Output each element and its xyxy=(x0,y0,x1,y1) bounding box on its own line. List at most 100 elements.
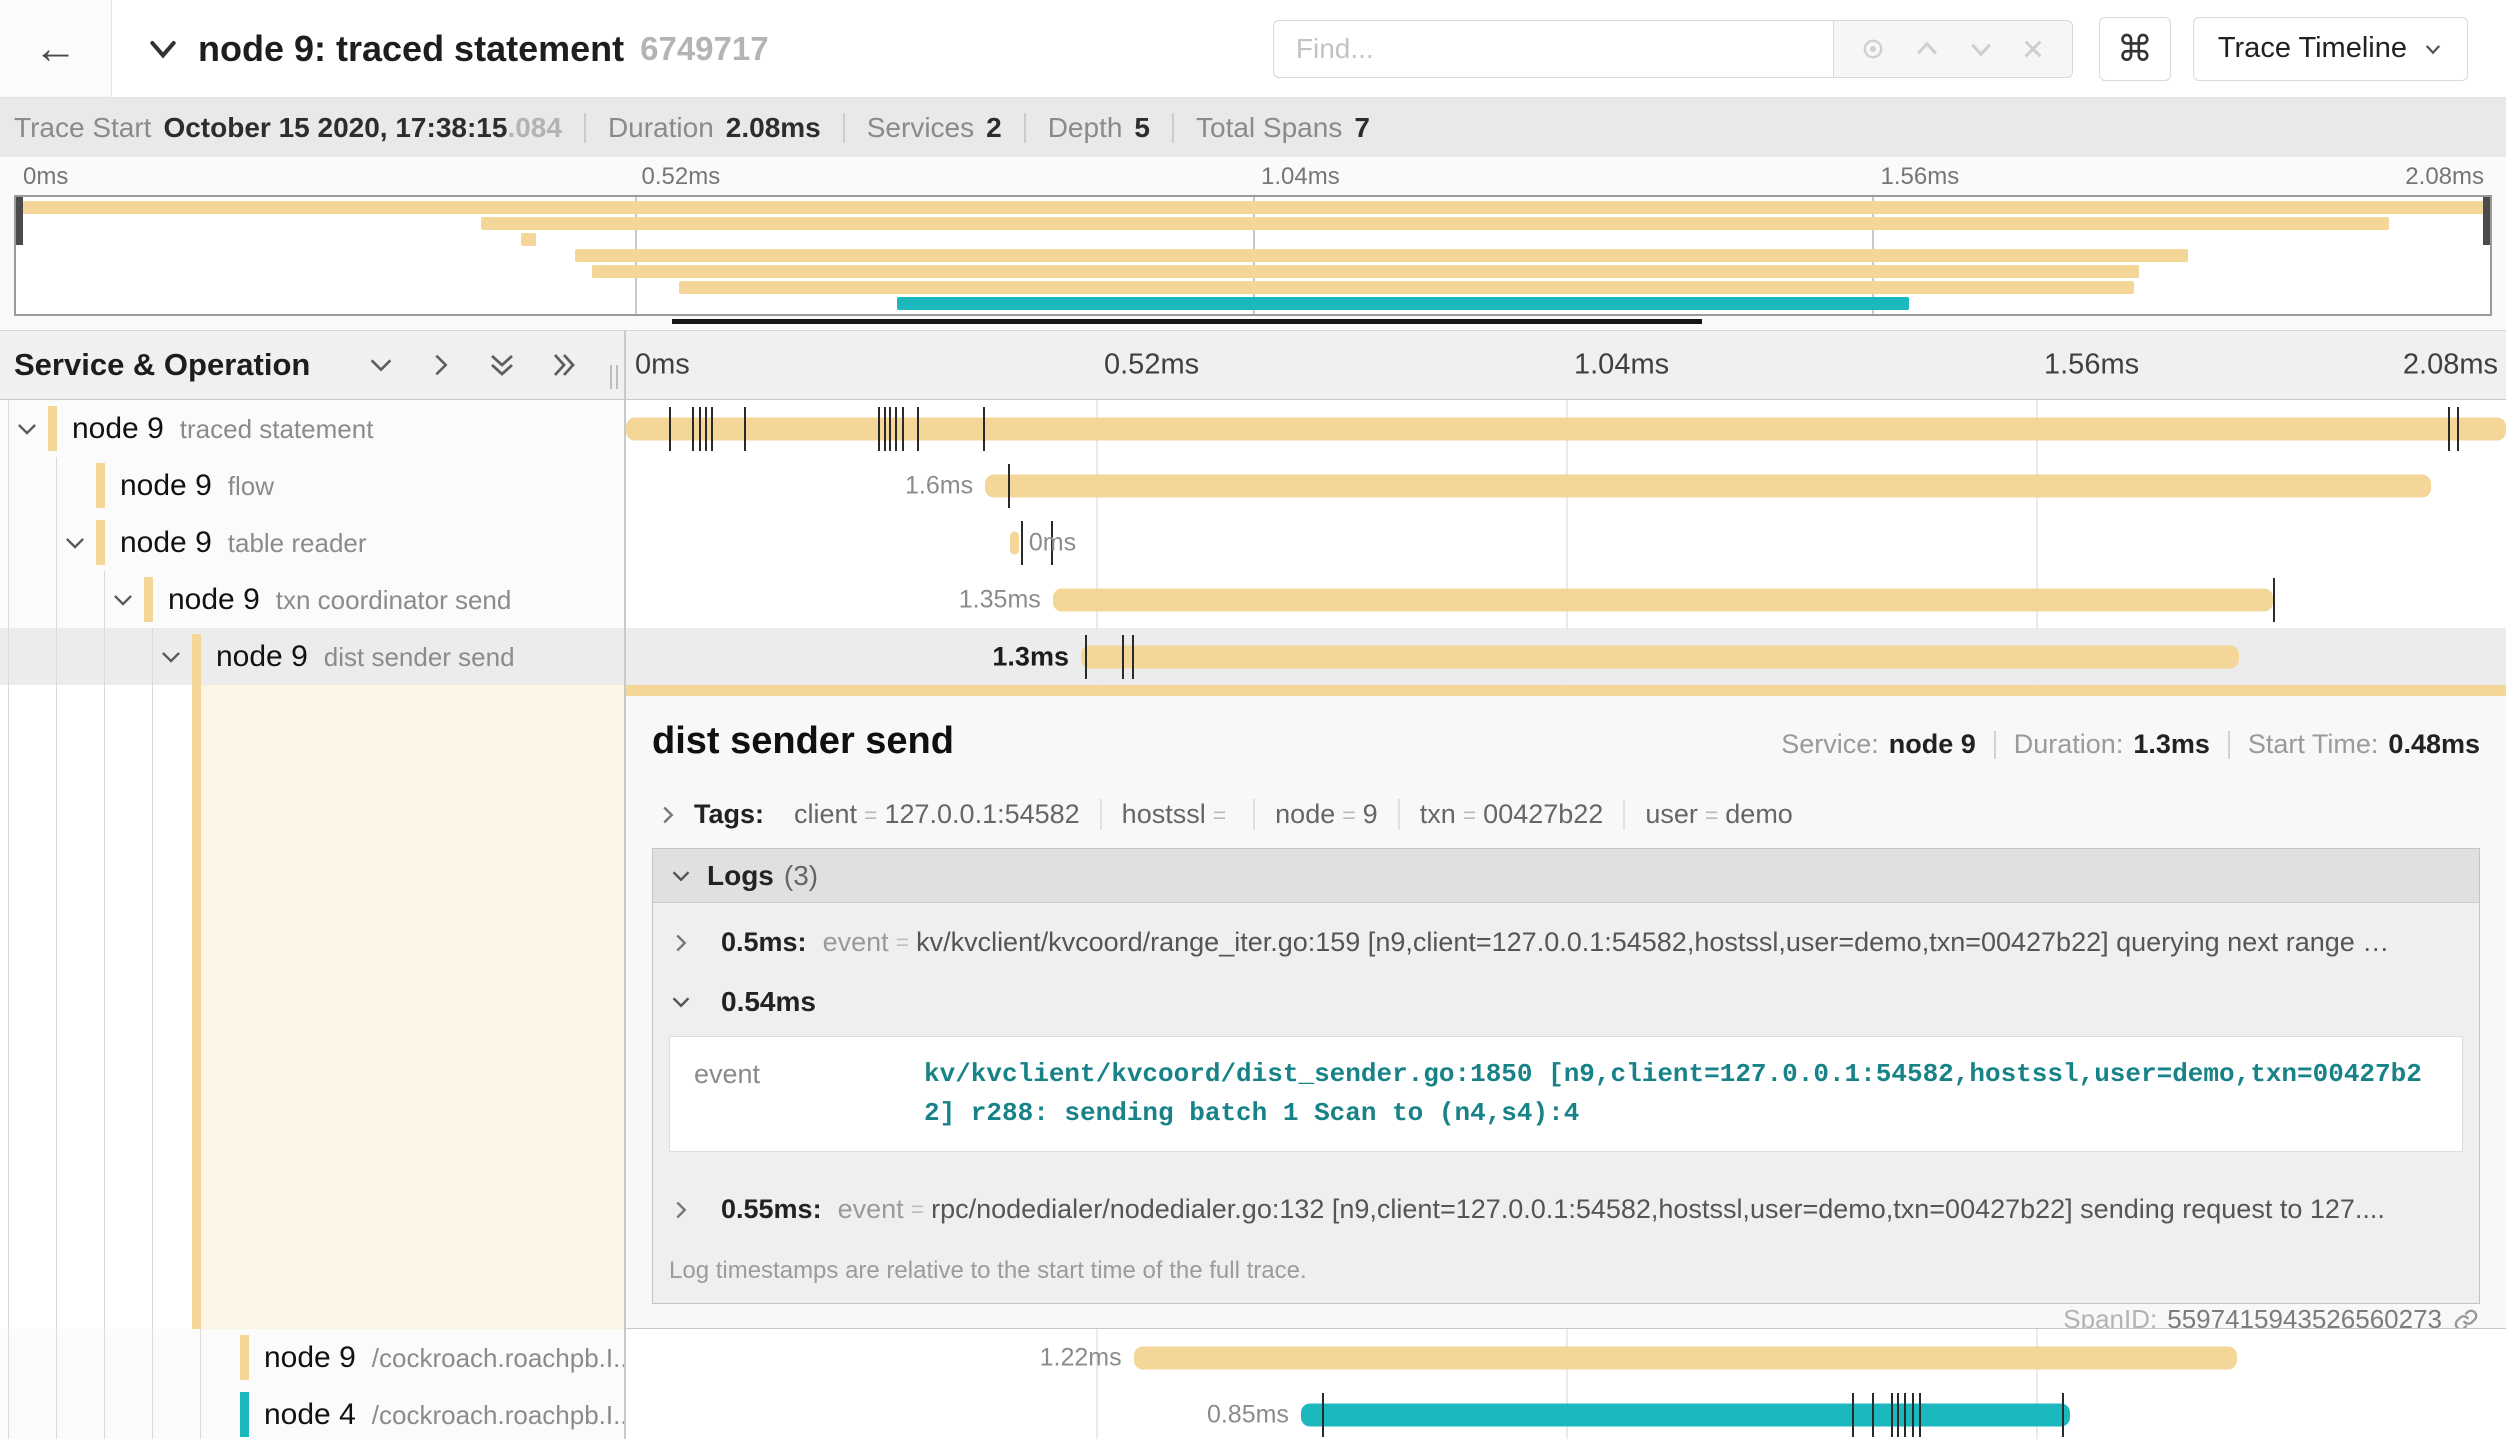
tag-pill: hostssl= xyxy=(1102,799,1255,830)
log-entry-collapsed[interactable]: 0.55ms:event=rpc/nodedialer/nodedialer.g… xyxy=(653,1170,2479,1247)
keyboard-shortcuts-button[interactable]: ⌘ xyxy=(2099,17,2171,81)
trace-view-select[interactable]: Trace Timeline xyxy=(2193,17,2468,81)
span-toggle-chevron-down-icon[interactable] xyxy=(110,587,136,613)
span-duration-bar[interactable] xyxy=(1081,645,2239,668)
logs-count: (3) xyxy=(784,860,818,892)
minimap-drag-handle-right[interactable] xyxy=(2483,197,2490,245)
clear-search-icon[interactable] xyxy=(2020,36,2046,62)
span-row-timeline-cell[interactable] xyxy=(626,400,2506,457)
log-event-tick xyxy=(983,407,985,451)
summary-value: 5 xyxy=(1134,112,1150,144)
expand-one-chevron-right-icon[interactable] xyxy=(426,350,456,380)
collapse-all-double-chevron-down-icon[interactable] xyxy=(486,349,518,381)
separator xyxy=(843,113,845,143)
minimap-row xyxy=(16,217,2490,230)
indent-guide xyxy=(104,628,105,685)
span-row-name-cell[interactable]: node 9/cockroach.roachpb.I... xyxy=(0,1329,626,1386)
logs-chevron-down-icon xyxy=(669,864,693,888)
minimap-row xyxy=(16,297,2490,310)
minimap-row xyxy=(16,201,2490,214)
command-icon: ⌘ xyxy=(2117,28,2153,70)
log-event-tick xyxy=(711,407,713,451)
span-row-timeline-cell[interactable]: 1.35ms xyxy=(626,571,2506,628)
tag-pill: user=demo xyxy=(1625,799,1813,830)
summary-item: Trace StartOctober 15 2020, 17:38:15.084 xyxy=(14,112,562,144)
span-row-name-cell[interactable]: node 9traced statement xyxy=(0,400,626,457)
copy-link-icon[interactable] xyxy=(2452,1306,2480,1329)
summary-item: Total Spans7 xyxy=(1196,112,1370,144)
trace-title-wrap: node 9: traced statement 6749717 xyxy=(146,28,769,70)
logs-note: Log timestamps are relative to the start… xyxy=(653,1247,2479,1303)
operation-name: dist sender send xyxy=(324,642,515,672)
logs-header[interactable]: Logs (3) xyxy=(653,849,2479,903)
span-duration-bar[interactable] xyxy=(626,417,2506,440)
span-duration-bar[interactable] xyxy=(985,474,2431,497)
service-name: node 9 xyxy=(216,640,308,673)
span-row-name-cell[interactable]: node 9flow xyxy=(0,457,626,514)
find-input[interactable] xyxy=(1273,20,1833,78)
log-event-tick xyxy=(1021,521,1023,565)
span-row-name-cell[interactable]: node 9table reader xyxy=(0,514,626,571)
log-entry-expanded-header[interactable]: 0.54ms xyxy=(653,980,2479,1028)
collapse-trace-chevron-down-icon[interactable] xyxy=(146,32,180,66)
span-duration-bar[interactable] xyxy=(1010,531,1019,554)
span-row-timeline-cell[interactable]: 1.6ms xyxy=(626,457,2506,514)
span-row: node 9txn coordinator send1.35ms xyxy=(0,571,2506,628)
span-duration-bar[interactable] xyxy=(1134,1346,2238,1369)
indent-guide xyxy=(8,571,9,628)
span-toggle-chevron-down-icon[interactable] xyxy=(158,644,184,670)
span-toggle-chevron-down-icon[interactable] xyxy=(62,530,88,556)
log-event-tick xyxy=(2457,407,2459,451)
tag-equals: = xyxy=(864,802,877,828)
span-row-name-cell[interactable]: node 4/cockroach.roachpb.I... xyxy=(0,1386,626,1439)
span-color-bar xyxy=(192,685,201,1329)
indent-guide xyxy=(8,685,9,1329)
log-entry-collapsed[interactable]: 0.5ms:event=kv/kvclient/kvcoord/range_it… xyxy=(653,903,2479,980)
tags-row[interactable]: Tags: client=127.0.0.1:54582hostssl=node… xyxy=(652,799,2480,830)
collapse-one-chevron-down-icon[interactable] xyxy=(366,350,396,380)
timeline-axis-header: 0ms0.52ms1.04ms1.56ms2.08ms xyxy=(626,331,2506,399)
minimap-scroll-indicator[interactable] xyxy=(672,319,1702,324)
log-event-tick xyxy=(889,407,891,451)
span-toggle-chevron-down-icon[interactable] xyxy=(14,416,40,442)
back-button[interactable]: ← xyxy=(0,0,112,97)
indent-guide xyxy=(104,571,105,628)
span-row: node 9traced statement xyxy=(0,400,2506,457)
span-row-timeline-cell[interactable]: 1.22ms xyxy=(626,1329,2506,1386)
span-row-timeline-cell[interactable]: 0ms xyxy=(626,514,2506,571)
span-row-timeline-cell[interactable]: 0.85ms xyxy=(626,1386,2506,1439)
span-row-name-cell[interactable]: node 9 dist sender send xyxy=(0,628,626,685)
timeline-gridline xyxy=(2036,514,2038,571)
minimap-span-bar xyxy=(521,233,536,246)
expand-all-double-chevron-right-icon[interactable] xyxy=(548,349,580,381)
span-duration-bar[interactable] xyxy=(1053,588,2273,611)
locate-icon[interactable] xyxy=(1859,35,1887,63)
span-duration-bar[interactable] xyxy=(1301,1403,2070,1426)
tag-value: demo xyxy=(1725,799,1793,829)
tags-chevron-right-icon[interactable] xyxy=(656,803,680,827)
log-event-tick xyxy=(1852,1393,1854,1437)
prev-result-chevron-up-icon[interactable] xyxy=(1913,35,1941,63)
log-event-tick xyxy=(1891,1393,1893,1437)
summary-value: 2.08ms xyxy=(726,112,821,144)
minimap-canvas[interactable] xyxy=(14,195,2492,316)
axis-tick-label: 0ms xyxy=(23,163,68,191)
top-bar-controls: ⌘ Trace Timeline xyxy=(1273,17,2468,81)
span-names: node 9traced statement xyxy=(72,412,373,446)
minimap-axis: 0ms0.52ms1.04ms1.56ms2.08ms xyxy=(14,163,2492,191)
log-event-tick xyxy=(1132,635,1134,679)
minimap-row xyxy=(16,249,2490,262)
log-timestamp: 0.54ms xyxy=(721,986,816,1018)
span-row-name-cell[interactable]: node 9txn coordinator send xyxy=(0,571,626,628)
minimap-drag-handle-left[interactable] xyxy=(16,197,23,245)
next-result-chevron-down-icon[interactable] xyxy=(1967,35,1995,63)
span-detail-title: dist sender send xyxy=(652,720,954,763)
log-event-tick xyxy=(1322,1393,1324,1437)
span-rows-above: node 9traced statementnode 9flow1.6msnod… xyxy=(0,400,2506,685)
span-color-bar xyxy=(240,1392,249,1437)
minimap-row xyxy=(16,265,2490,278)
span-id-row: SpanID: 5597415943526560273 xyxy=(652,1304,2480,1328)
column-resize-grip[interactable] xyxy=(610,365,618,389)
minimap-span-bar xyxy=(481,217,2388,230)
span-row-timeline-cell[interactable]: 1.3ms xyxy=(626,628,2506,685)
